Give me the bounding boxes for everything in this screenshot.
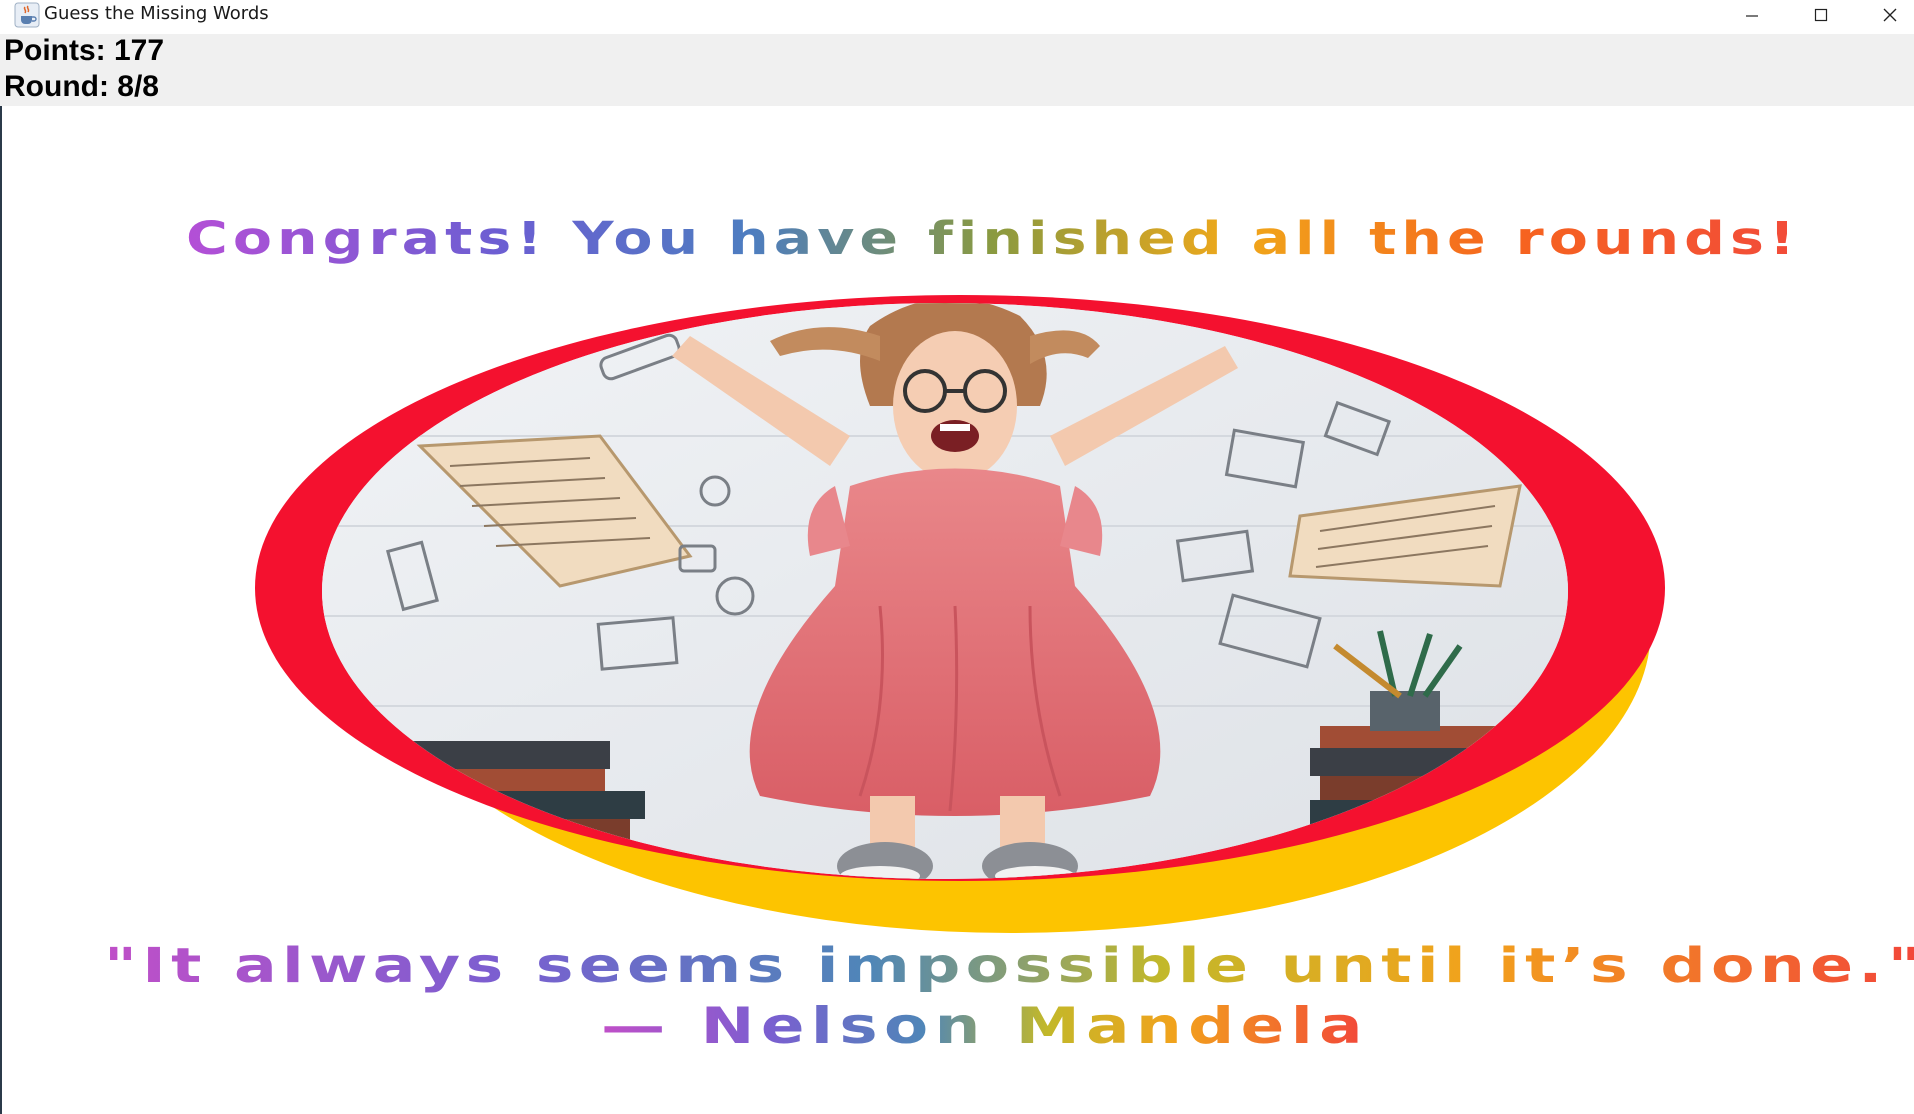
- close-icon: [1883, 8, 1897, 22]
- maximize-button[interactable]: [1786, 0, 1856, 30]
- java-cup-icon: [14, 2, 40, 28]
- headline: Congrats! You have finished all the roun…: [186, 212, 1800, 265]
- close-button[interactable]: [1855, 0, 1914, 30]
- maximize-icon: [1814, 8, 1828, 22]
- minimize-button[interactable]: [1717, 0, 1787, 30]
- congrats-panel: Congrats! You have finished all the roun…: [0, 106, 1914, 1114]
- round-label: Round: 8/8: [4, 70, 159, 103]
- app-window: Guess the Missing Words Points: 177 Roun…: [0, 0, 1914, 1114]
- congrats-artwork: Congrats! You have finished all the roun…: [104, 212, 1914, 1055]
- points-label: Points: 177: [4, 34, 165, 67]
- quote: "It always seems impossible until it’s d…: [104, 938, 1914, 1055]
- quote-text: "It always seems impossible until it’s d…: [104, 938, 1914, 994]
- minimize-icon: [1746, 15, 1758, 17]
- quote-author: — Nelson Mandela: [601, 997, 1369, 1055]
- headline-text: Congrats! You have finished all the roun…: [186, 212, 1800, 265]
- status-panel: Points: 177 Round: 8/8: [0, 34, 1914, 106]
- title-bar[interactable]: Guess the Missing Words: [0, 0, 1914, 34]
- window-title: Guess the Missing Words: [44, 3, 269, 24]
